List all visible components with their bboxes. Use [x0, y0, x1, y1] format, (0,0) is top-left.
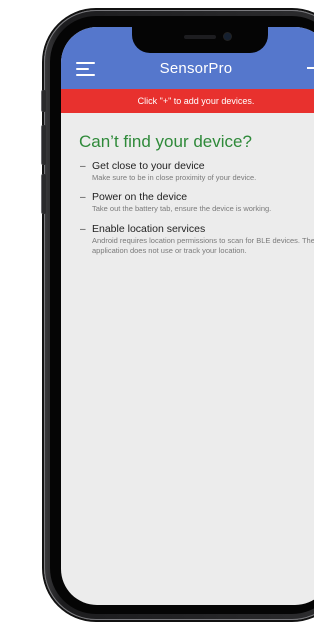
app-title: SensorPro [159, 60, 233, 77]
tip-title: Power on the device [92, 191, 188, 203]
silent-switch [41, 90, 46, 112]
tip-description: Make sure to be in close proximity of yo… [92, 173, 257, 182]
plus-icon[interactable] [305, 57, 314, 79]
front-camera-icon [224, 33, 231, 40]
phone-notch [132, 27, 268, 53]
volume-down-button [41, 174, 46, 214]
app-screen: SensorPro Click "+" to add your devices.… [61, 27, 314, 605]
tip-bullet: – [80, 161, 86, 172]
tip-bullet: – [80, 192, 86, 203]
add-devices-banner: Click "+" to add your devices. [61, 89, 314, 113]
device-mockup: SensorPro Click "+" to add your devices.… [0, 0, 314, 623]
tip-bullet: – [80, 224, 86, 235]
tip-title: Enable location services [92, 223, 206, 235]
tip-description: Take out the battery tab, ensure the dev… [92, 204, 272, 213]
tip-title: Get close to your device [92, 160, 205, 172]
tip-description: Android requires location permissions to… [92, 236, 314, 255]
volume-up-button [41, 125, 46, 165]
help-title: Can’t find your device? [79, 132, 252, 151]
speaker-grille [184, 35, 216, 39]
